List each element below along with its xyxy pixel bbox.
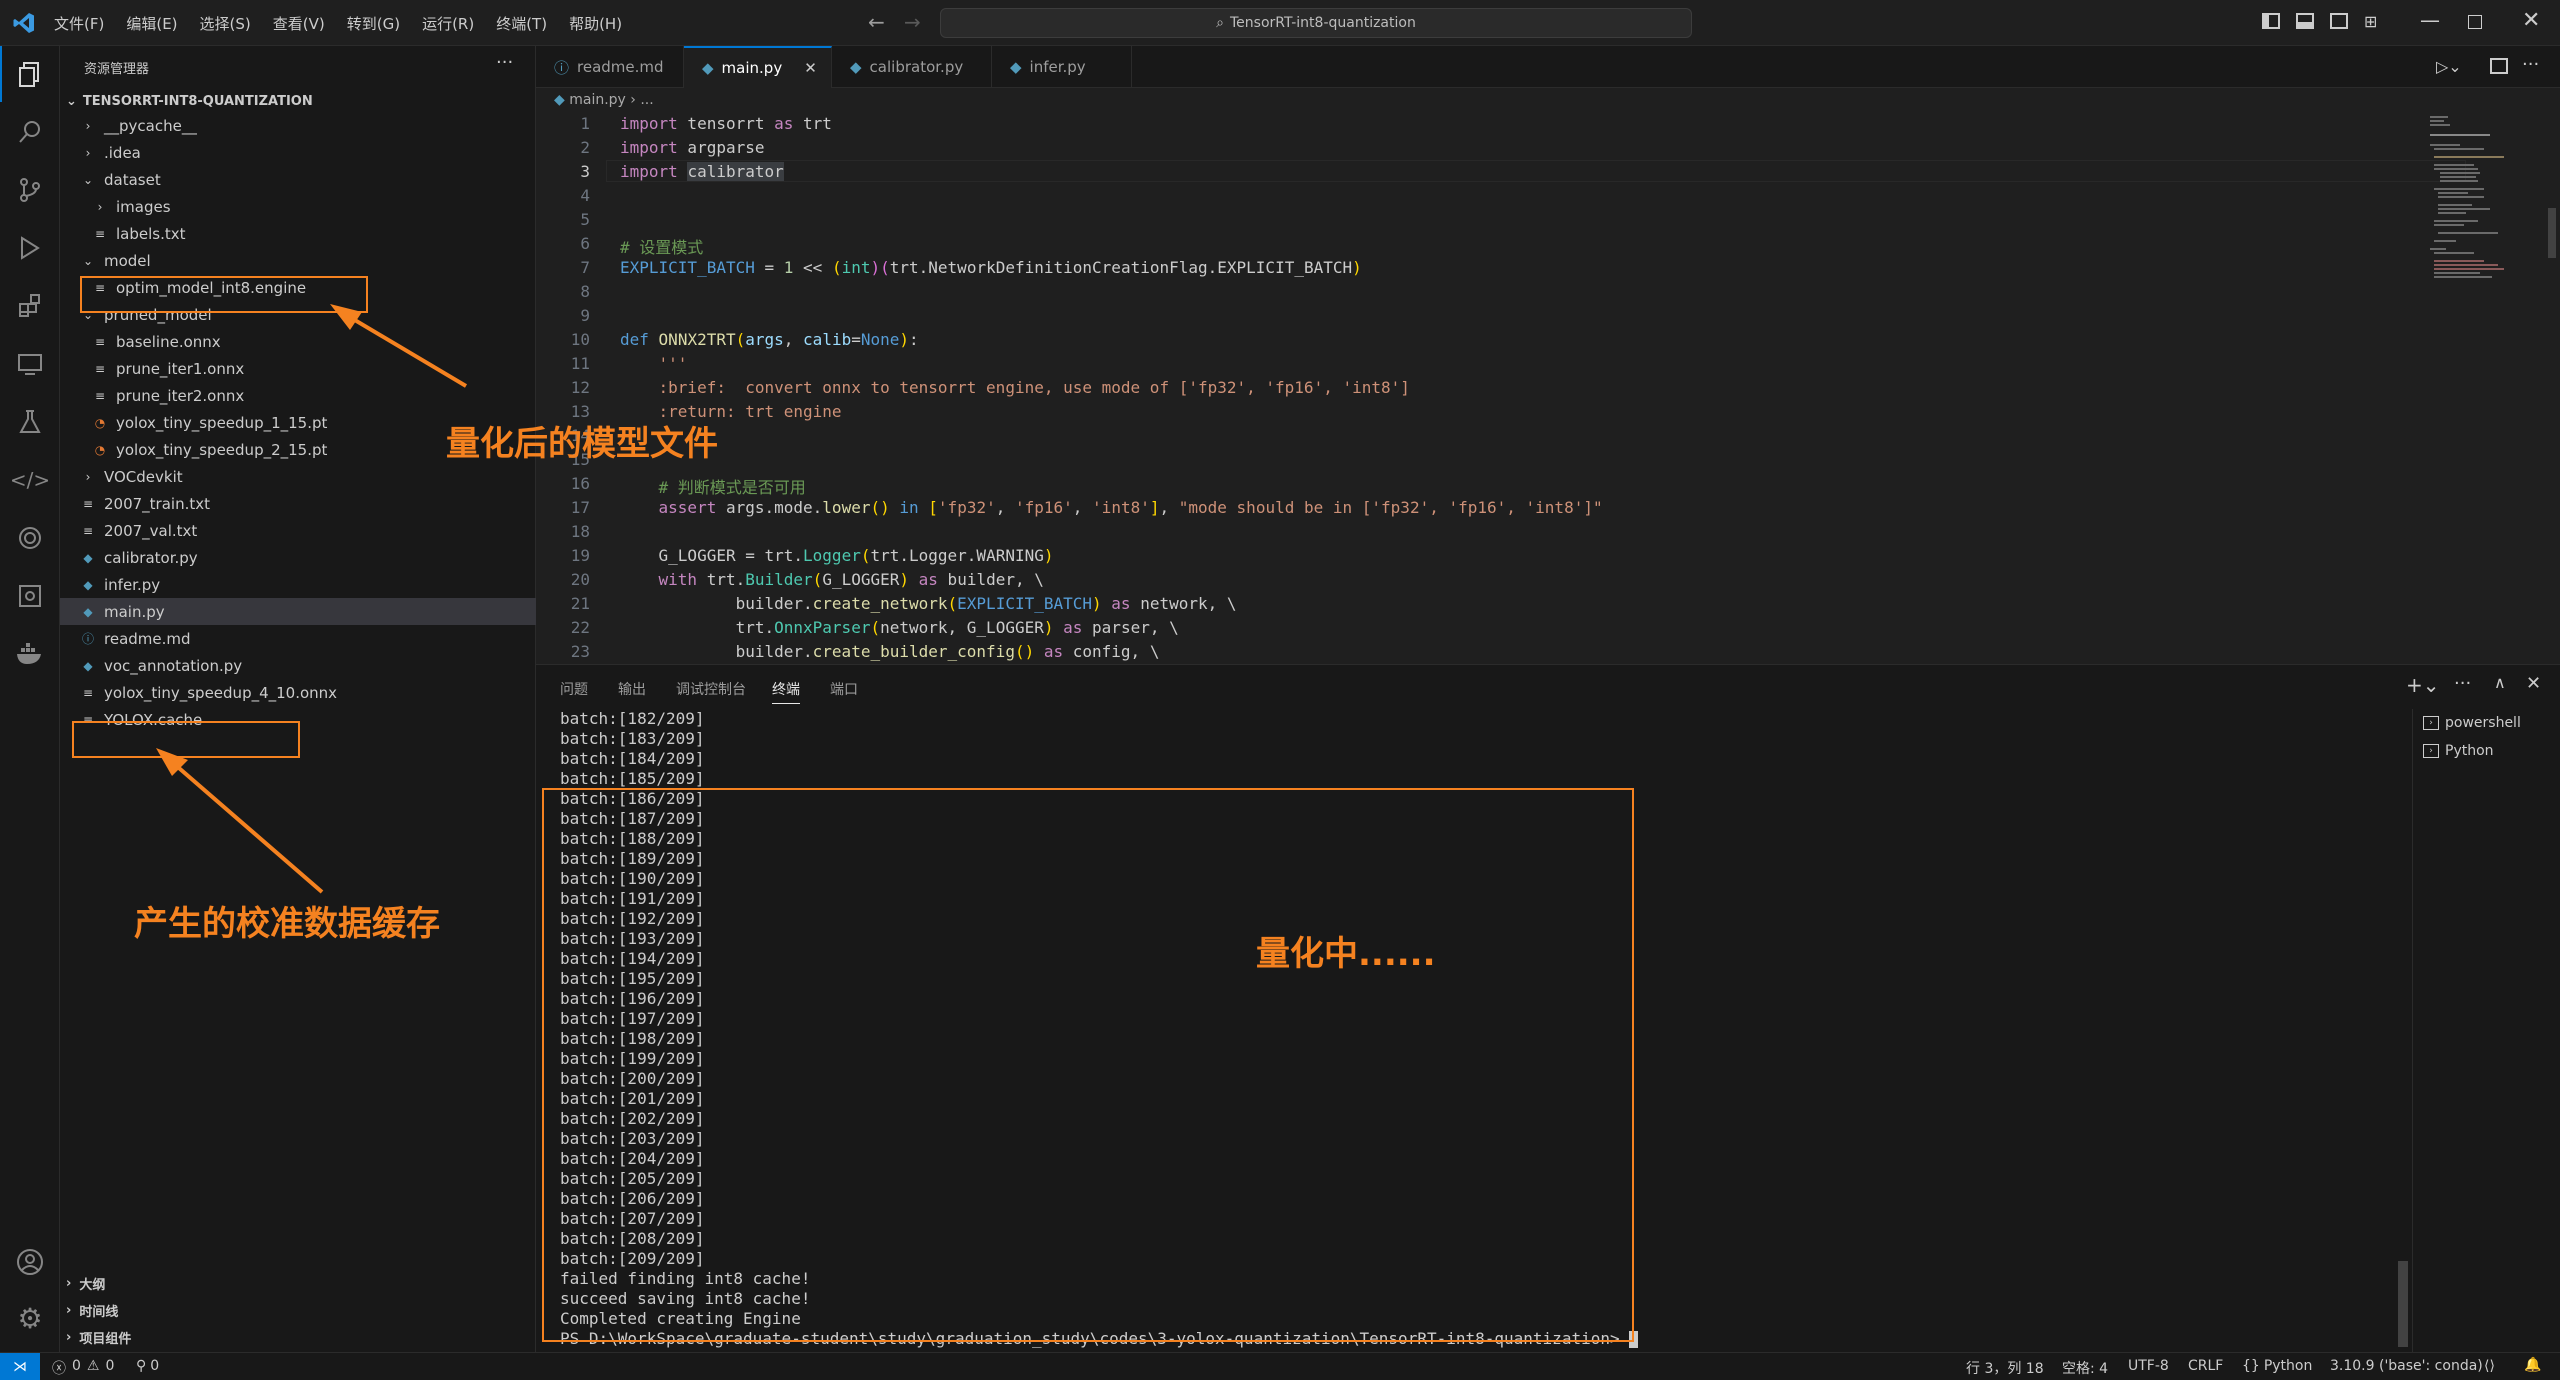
annotation-arrows bbox=[156, 304, 468, 894]
annotation-quantizing: 量化中...... bbox=[1256, 934, 1436, 974]
annotation-model-file: 量化后的模型文件 bbox=[446, 424, 718, 464]
arrow-line-engine bbox=[346, 314, 468, 388]
arrow-head-engine bbox=[330, 304, 362, 330]
arrow-line-cache bbox=[170, 760, 324, 894]
annotation-cache-file: 产生的校准数据缓存 bbox=[134, 904, 440, 944]
